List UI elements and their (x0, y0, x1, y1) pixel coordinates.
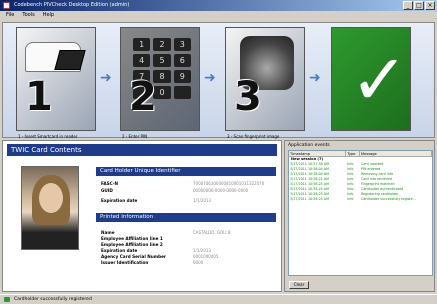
table-row[interactable]: 3/17/2011 10:58:25 AM Info Cardholder succ… (289, 197, 432, 202)
printed-expiration-value: 1/1/2013 (193, 248, 211, 253)
events-panel: Application events Timestamp Type Messag… (284, 140, 435, 292)
step-1-number: 1 (25, 74, 53, 120)
title-bar: Codebench PIVCheck Desktop Edition (admi… (0, 0, 437, 11)
unique-identifier-title: Card Holder Unique Identifier (96, 167, 276, 176)
app-icon (3, 2, 10, 9)
clear-button[interactable]: Clear (289, 281, 309, 289)
arrow-right-icon: ➜ (204, 70, 216, 86)
window-title: Codebench PIVCheck Desktop Edition (admi… (14, 2, 130, 8)
serial-value: 0001000405 (193, 254, 219, 259)
maximize-button[interactable]: □ (414, 1, 424, 10)
guid-label: GUID (101, 188, 113, 193)
twic-card-panel: TWIC Card Contents Card Holder Unique Id… (2, 140, 282, 292)
arrow-right-icon: ➜ (309, 70, 321, 86)
checkmark-icon: ✓ (350, 39, 409, 121)
column-message[interactable]: Message (360, 151, 432, 156)
column-type[interactable]: Type (346, 151, 361, 156)
events-table[interactable]: Timestamp Type Message New session (7) 3… (288, 150, 433, 276)
step-2-number: 2 (129, 74, 157, 120)
printed-expiration-label: Expiration date (101, 248, 138, 253)
affiliation-2-label: Employee Affiliation line 2 (101, 242, 163, 247)
printed-info-title: Printed Information (96, 213, 276, 222)
events-title: Application events (288, 143, 330, 148)
issuer-value: 0000 (193, 260, 204, 265)
menu-help[interactable]: Help (43, 11, 54, 20)
fasc-value: 7000706300000810001031322070 (193, 181, 265, 186)
minimize-button[interactable]: _ (403, 1, 413, 10)
column-timestamp[interactable]: Timestamp (289, 151, 347, 156)
step-3-number: 3 (234, 74, 262, 120)
success-icon (4, 297, 10, 302)
step-3-caption: 3 - Scan fingerprint image (227, 134, 280, 139)
fasc-label: FASC-N (101, 181, 119, 186)
name-label: Name (101, 230, 115, 235)
twic-header: TWIC Card Contents (7, 144, 277, 156)
expiration-label: Expiration date (101, 198, 138, 203)
status-bar: Cardholder successfully registered (0, 294, 437, 303)
arrow-right-icon: ➜ (100, 70, 112, 86)
step-1-caption: 1 - Insert Smartcard in reader (18, 134, 78, 139)
affiliation-1-label: Employee Affiliation line 1 (101, 236, 163, 241)
cardholder-photo (21, 166, 79, 250)
step-2-image: 123 456 789 0 2 (120, 27, 200, 131)
name-value: CASTALDO, GOLI B (193, 230, 231, 235)
status-text: Cardholder successfully registered (14, 297, 92, 302)
close-button[interactable]: × (425, 1, 435, 10)
menu-bar: File Tools Help (0, 11, 437, 20)
guid-value: 00000000-0000-0000-0000 (193, 188, 249, 193)
step-3-image: 3 (225, 27, 305, 131)
workflow-steps: 1 ➜ 123 456 789 0 2 ➜ 3 ➜ ✓ 1 - Insert S… (2, 22, 435, 139)
menu-tools[interactable]: Tools (22, 11, 34, 20)
step-complete-image: ✓ (331, 27, 411, 131)
menu-file[interactable]: File (6, 11, 14, 20)
expiration-value: 1/1/2013 (193, 198, 211, 203)
step-1-image: 1 (16, 27, 96, 131)
step-2-caption: 2 - Enter PIN (122, 134, 148, 139)
issuer-label: Issuer Identification (101, 260, 149, 265)
window-controls: _ □ × (403, 1, 435, 10)
serial-label: Agency Card Serial Number (101, 254, 166, 259)
smartcard-icon (54, 50, 86, 70)
